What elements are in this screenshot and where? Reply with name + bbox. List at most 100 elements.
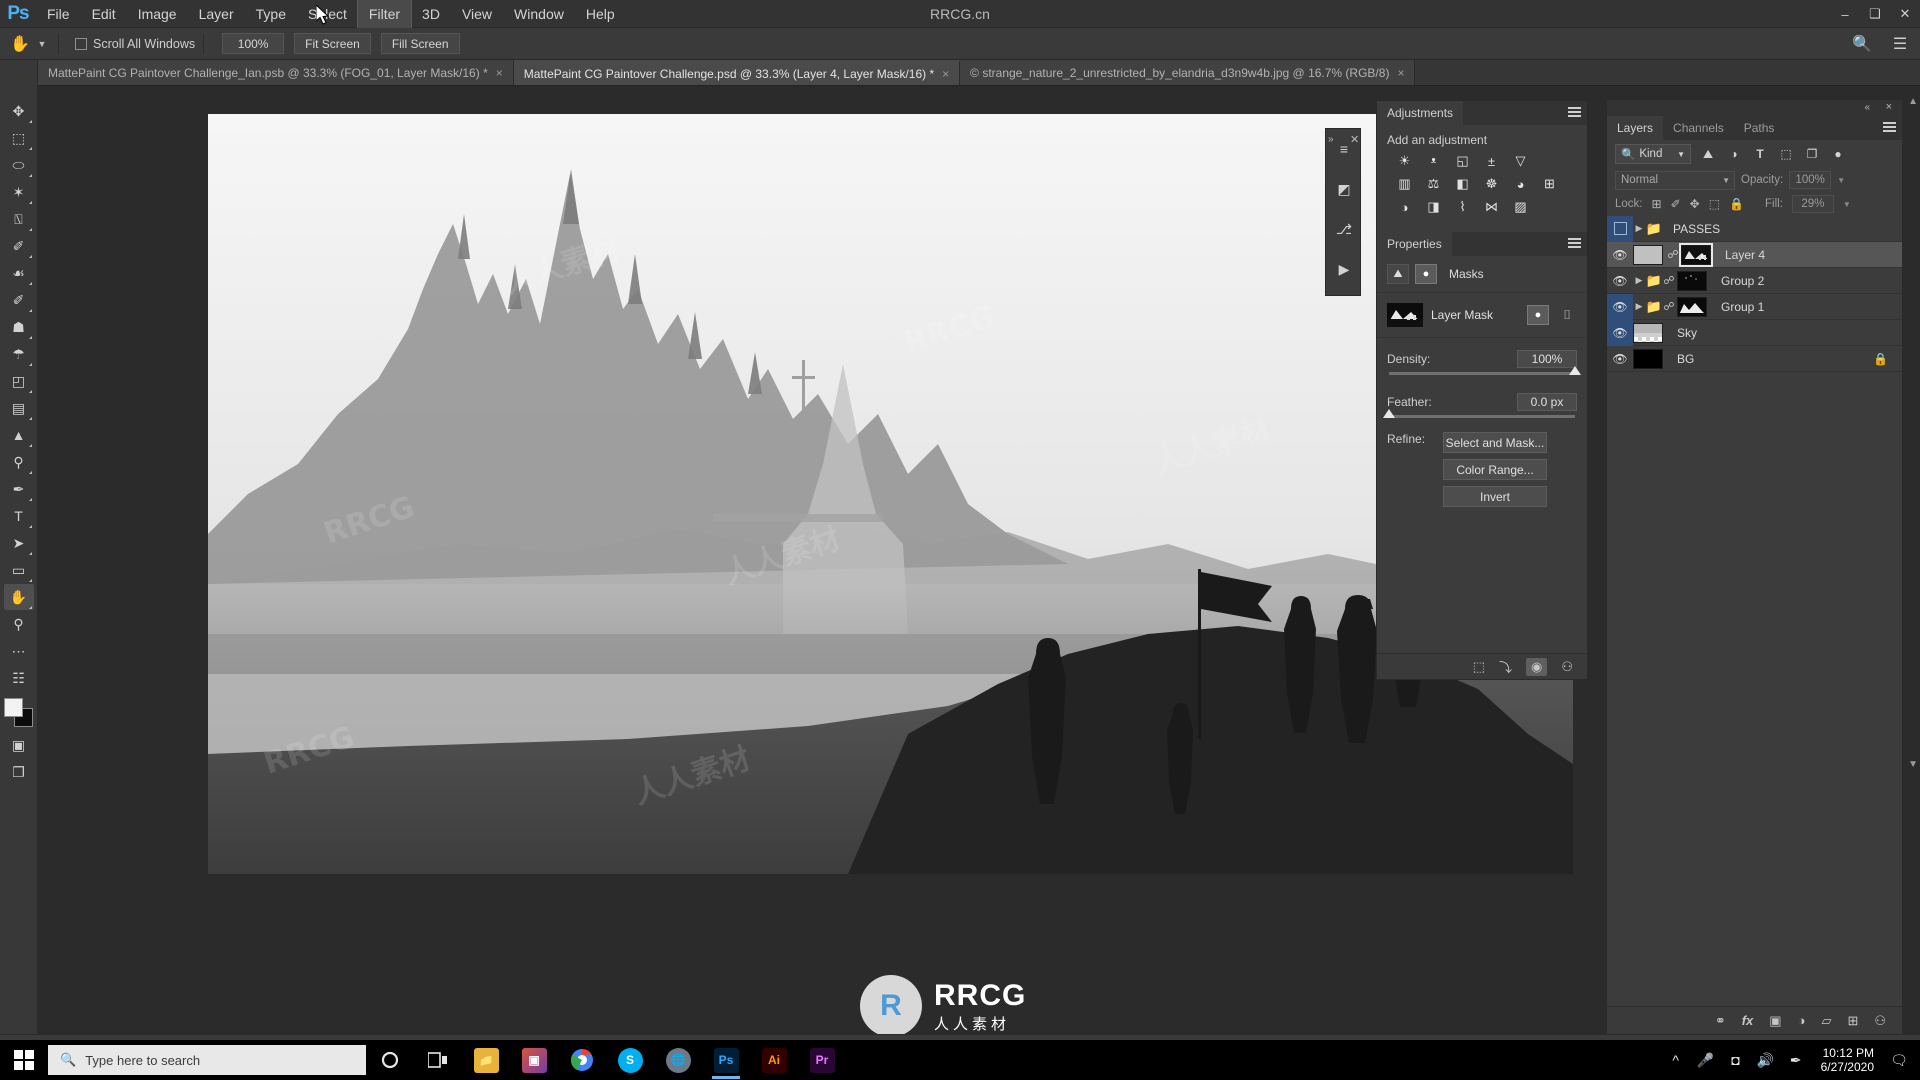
layer-thumbnail[interactable] — [1633, 348, 1663, 369]
color-range-button[interactable]: Color Range... — [1443, 459, 1547, 480]
lock-artboard-nesting-icon[interactable]: ⬚ — [1709, 197, 1720, 211]
lasso-tool-icon[interactable]: ⬭ — [4, 152, 34, 178]
restore-icon[interactable]: ❑ — [1860, 0, 1890, 28]
skype-icon[interactable]: S — [606, 1040, 654, 1080]
volume-icon[interactable]: 🔊 — [1751, 1040, 1781, 1080]
layer-visibility-toggle[interactable] — [1607, 215, 1633, 242]
info-panel-icon[interactable]: ⎇ — [1326, 209, 1362, 249]
document-tab-1[interactable]: MattePaint CG Paintover Challenge_Ian.ps… — [38, 60, 514, 85]
document-artboard[interactable]: 人人素材 RRCG 人人素材 RRCG 人人素材 RRCG 人人素材 RRCG — [208, 114, 1573, 874]
illustrator-icon[interactable]: Ai — [750, 1040, 798, 1080]
taskbar-clock[interactable]: 10:12 PM 6/27/2020 — [1811, 1046, 1884, 1074]
quick-selection-tool-icon[interactable]: ✶ — [4, 179, 34, 205]
photoshop-icon[interactable]: Ps — [702, 1040, 750, 1080]
layer-row-sky[interactable]: 👁 Sky — [1607, 319, 1902, 346]
density-value-field[interactable]: 100% — [1517, 350, 1577, 368]
action-center-icon[interactable]: 🗨 — [1884, 1040, 1914, 1080]
layer-thumbnail[interactable] — [1633, 322, 1663, 343]
chevron-down-icon[interactable]: ▼ — [1677, 150, 1685, 159]
feather-value-field[interactable]: 0.0 px — [1517, 393, 1577, 411]
tab-layers[interactable]: Layers — [1607, 116, 1664, 140]
zoom-100-button[interactable]: 100% — [222, 33, 285, 54]
density-slider[interactable] — [1389, 366, 1581, 375]
crop-tool-icon[interactable]: ⍂ — [4, 206, 34, 232]
hand-tool-icon[interactable]: ✋ — [6, 31, 34, 57]
lock-transparent-pixels-icon[interactable]: ⊞ — [1652, 197, 1662, 211]
delete-layer-icon[interactable]: ⚇ — [1874, 1013, 1886, 1029]
premiere-icon[interactable]: Pr — [798, 1040, 846, 1080]
panel-menu-icon[interactable] — [1883, 122, 1896, 134]
screen-mode-icon[interactable]: ❐ — [4, 759, 34, 785]
load-selection-from-mask-icon[interactable]: ⬚ — [1473, 659, 1485, 675]
chrome-icon[interactable] — [558, 1040, 606, 1080]
layer-row-bg[interactable]: 👁 BG 🔒 — [1607, 346, 1902, 372]
clone-stamp-tool-icon[interactable]: ☗ — [4, 314, 34, 340]
quick-mask-icon[interactable]: ▣ — [4, 732, 34, 758]
opacity-chevron-down-icon[interactable]: ▼ — [1837, 176, 1845, 185]
menu-3d[interactable]: 3D — [411, 0, 451, 28]
document-tab-3[interactable]: © strange_nature_2_unrestricted_by_eland… — [960, 60, 1416, 85]
eraser-tool-icon[interactable]: ◰ — [4, 368, 34, 394]
close-icon[interactable]: × — [942, 67, 949, 81]
gradient-map-icon[interactable]: ▨ — [1511, 199, 1530, 215]
taskbar-search-box[interactable]: 🔍 Type here to search — [48, 1045, 366, 1075]
vector-mask-icon[interactable]: ● — [1415, 264, 1437, 284]
menu-file[interactable]: File — [36, 0, 81, 28]
blend-mode-dropdown[interactable]: Normal ▼ — [1615, 170, 1735, 190]
microphone-icon[interactable]: 🎤 — [1691, 1040, 1721, 1080]
layer-row-layer-4[interactable]: 👁 ☍ Layer 4 — [1607, 242, 1902, 268]
layer-visibility-toggle[interactable]: 👁 — [1607, 346, 1633, 372]
photos-app-icon[interactable]: ▣ — [510, 1040, 558, 1080]
tab-channels[interactable]: Channels — [1663, 116, 1734, 140]
posterize-icon[interactable]: ◨ — [1424, 199, 1443, 215]
density-slider-handle[interactable] — [1569, 366, 1581, 375]
color-mode-icon[interactable]: ☷ — [4, 665, 34, 691]
feather-slider-handle[interactable] — [1383, 409, 1395, 418]
dodge-tool-icon[interactable]: ⚲ — [4, 449, 34, 475]
layer-row-group-2[interactable]: 👁 ▶ 📁 ☍ Group 2 — [1607, 268, 1902, 294]
path-selection-tool-icon[interactable]: ➤ — [4, 530, 34, 556]
pen-tray-icon[interactable]: ✒ — [1781, 1040, 1811, 1080]
selective-color-icon[interactable]: ⋈ — [1482, 199, 1501, 215]
rectangle-tool-icon[interactable]: ▭ — [4, 557, 34, 583]
panel-menu-icon[interactable] — [1568, 107, 1581, 119]
layer-style-icon[interactable]: fx — [1742, 1013, 1754, 1028]
add-vector-mask-icon[interactable]: ⌷ — [1557, 305, 1577, 325]
close-icon[interactable]: ✕ — [1890, 0, 1920, 28]
lock-position-icon[interactable]: ✥ — [1690, 197, 1700, 211]
opacity-field[interactable]: 100% — [1789, 171, 1832, 189]
new-group-icon[interactable]: ▱ — [1821, 1013, 1831, 1029]
add-layer-mask-icon[interactable]: ▣ — [1769, 1013, 1781, 1029]
layer-mask-thumbnail[interactable] — [1679, 242, 1713, 267]
move-tool-icon[interactable]: ✥ — [4, 98, 34, 124]
delete-mask-icon[interactable]: ⚇ — [1561, 659, 1573, 675]
windows-start-icon[interactable] — [0, 1040, 48, 1080]
layer-visibility-toggle[interactable]: 👁 — [1607, 242, 1633, 268]
menu-help[interactable]: Help — [575, 0, 626, 28]
toggle-mask-visibility-icon[interactable]: ◉ — [1526, 657, 1548, 676]
lock-image-pixels-icon[interactable]: ✐ — [1671, 197, 1681, 211]
type-tool-icon[interactable]: T — [4, 503, 34, 529]
scroll-all-windows-checkbox[interactable]: Scroll All Windows — [75, 37, 195, 51]
wifi-icon[interactable]: ◘ — [1721, 1040, 1751, 1080]
edit-toolbar-icon[interactable]: ⋯ — [4, 638, 34, 664]
select-and-mask-button[interactable]: Select and Mask... — [1443, 432, 1547, 453]
filter-adjustment-layers-icon[interactable]: ◑ — [1725, 145, 1743, 163]
fill-screen-button[interactable]: Fill Screen — [380, 33, 460, 54]
collapse-panel-icon[interactable]: « — [1864, 102, 1870, 113]
hand-tool-icon[interactable]: ✋ — [3, 584, 34, 610]
layer-visibility-toggle[interactable]: 👁 — [1607, 268, 1633, 294]
channel-mixer-icon[interactable]: ◕ — [1511, 176, 1530, 192]
panel-menu-icon[interactable] — [1568, 238, 1581, 250]
actions-panel-icon[interactable]: ▶ — [1326, 249, 1362, 289]
filter-shape-layers-icon[interactable]: ⬚ — [1777, 145, 1795, 163]
hue-saturation-icon[interactable]: ▥ — [1395, 176, 1414, 192]
exposure-icon[interactable]: ± — [1482, 153, 1501, 169]
black-white-icon[interactable]: ◧ — [1453, 176, 1472, 192]
menu-window[interactable]: Window — [503, 0, 575, 28]
search-icon[interactable]: 🔍 — [1848, 31, 1876, 57]
show-hidden-icons-icon[interactable]: ^ — [1661, 1040, 1691, 1080]
layer-mask-thumbnail[interactable] — [1387, 303, 1423, 327]
layer-row-group-1[interactable]: 👁 ▶ 📁 ☍ Group 1 — [1607, 293, 1902, 320]
eyedropper-tool-icon[interactable]: ✐ — [4, 233, 34, 259]
